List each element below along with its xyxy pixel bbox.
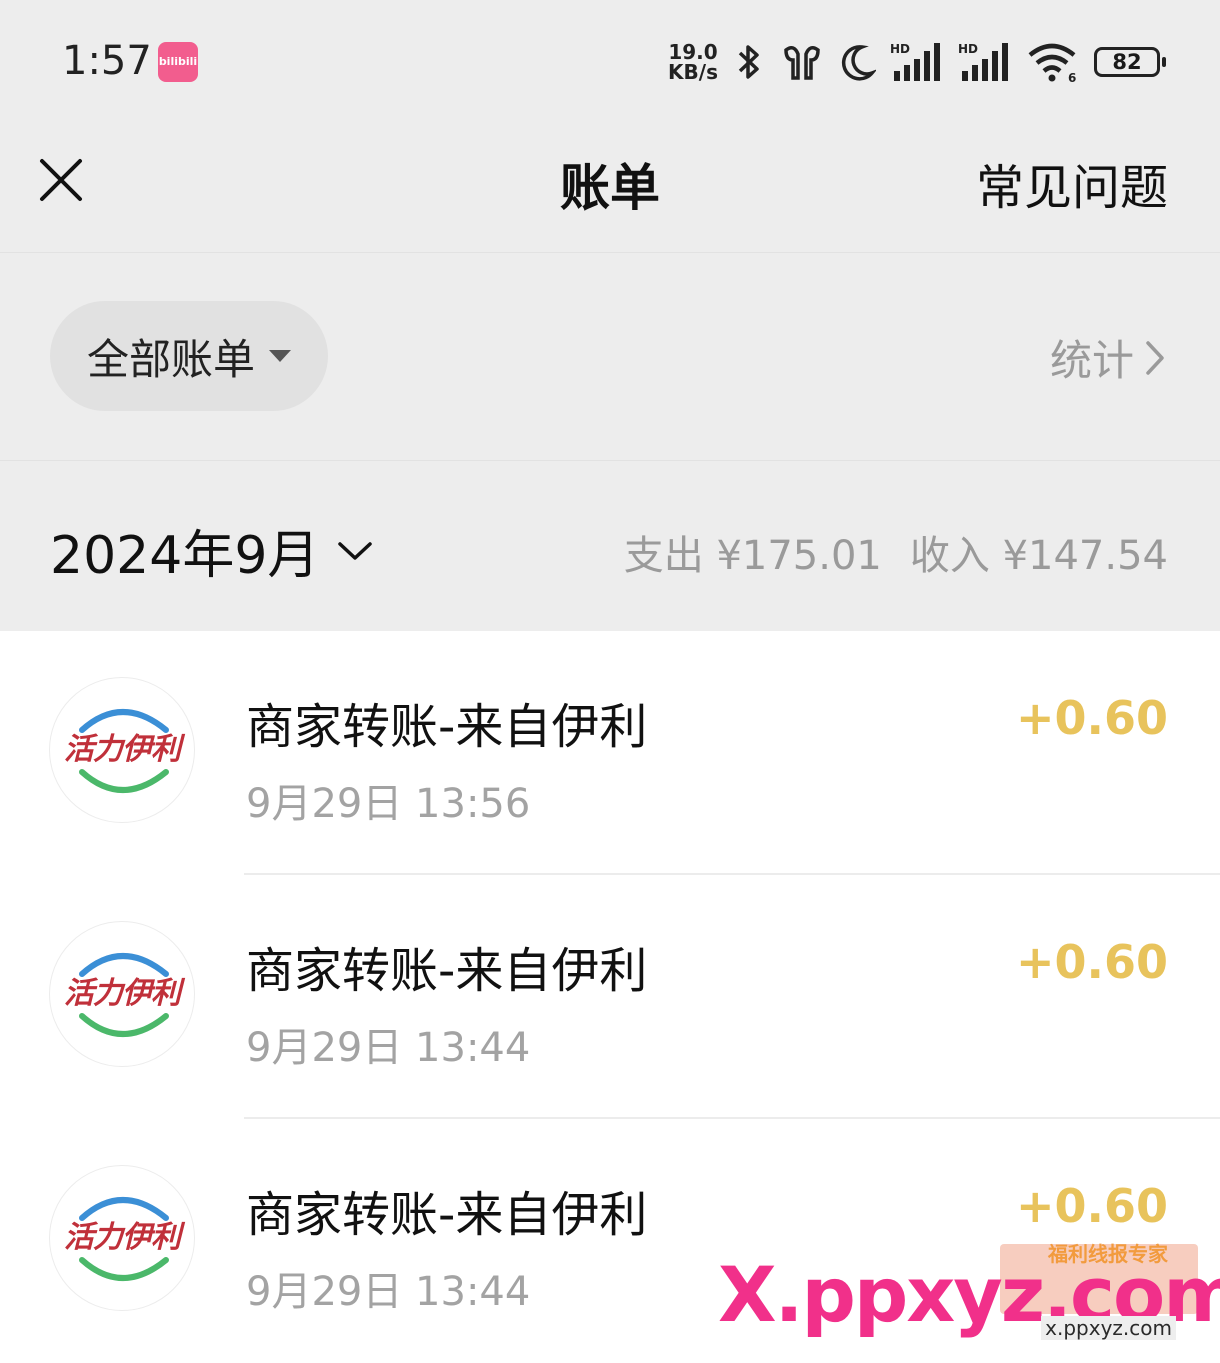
- transaction-row[interactable]: 活力伊利 商家转账-来自伊利 9月29日 13:56 +0.60: [0, 631, 1220, 875]
- transaction-amount: +0.60: [1015, 691, 1168, 745]
- filter-label: 全部账单: [86, 334, 255, 384]
- transaction-amount: +0.60: [1015, 935, 1168, 989]
- status-time: 1:57: [62, 38, 152, 84]
- transaction-time: 9月29日 13:44: [246, 1025, 531, 1071]
- status-bar: 1:57 bilibili 19.0 KB/s HD HD 6 82: [0, 0, 1220, 120]
- wifi-icon: 6: [1028, 43, 1076, 83]
- chevron-down-icon: [338, 541, 373, 560]
- transaction-time: 9月29日 13:44: [246, 1269, 531, 1315]
- month-header: 2024年9月 支出 ¥175.01 收入 ¥147.54: [0, 461, 1220, 631]
- signal-icon: HD: [890, 42, 940, 81]
- moon-icon: [841, 45, 876, 81]
- svg-text:6: 6: [1068, 71, 1076, 83]
- month-label: 2024年9月: [50, 526, 320, 586]
- bluetooth-icon: [738, 45, 759, 79]
- caret-down-icon: [269, 350, 291, 362]
- month-selector[interactable]: 2024年9月: [50, 513, 373, 588]
- battery-icon: 82: [1094, 47, 1166, 77]
- stats-link[interactable]: 统计: [1050, 327, 1166, 388]
- watermark-subtext: x.ppxyz.com: [1041, 1316, 1176, 1340]
- net-speed-value: 19.0: [668, 40, 718, 64]
- expense-total: 支出 ¥175.01: [623, 533, 882, 579]
- month-summary: 支出 ¥175.01 收入 ¥147.54: [624, 523, 1168, 581]
- merchant-avatar: 活力伊利: [49, 677, 195, 823]
- svg-text:HD: HD: [890, 42, 910, 56]
- watermark: 福利线报专家 X.ppxyz.com x.ppxyz.com: [718, 1238, 1220, 1348]
- bilibili-app-icon: bilibili: [158, 42, 198, 82]
- net-speed-unit: KB/s: [668, 60, 718, 84]
- faq-link[interactable]: 常见问题: [976, 148, 1168, 218]
- net-speed: 19.0 KB/s: [668, 42, 718, 82]
- chevron-right-icon: [1146, 340, 1164, 375]
- transaction-time: 9月29日 13:56: [246, 781, 531, 827]
- income-total: 收入 ¥147.54: [909, 533, 1168, 579]
- transaction-title: 商家转账-来自伊利: [246, 943, 648, 999]
- transaction-title: 商家转账-来自伊利: [246, 1187, 648, 1243]
- stats-label: 统计: [1049, 336, 1134, 385]
- signal-icon-2: HD: [958, 42, 1008, 81]
- earbuds-icon: [784, 46, 820, 80]
- bill-type-filter[interactable]: 全部账单: [50, 301, 328, 411]
- svg-text:HD: HD: [958, 42, 978, 56]
- transaction-row[interactable]: 活力伊利 商家转账-来自伊利 9月29日 13:44 +0.60: [0, 875, 1220, 1119]
- status-icons: 19.0 KB/s HD HD 6 82: [668, 38, 1166, 86]
- merchant-avatar: 活力伊利: [49, 921, 195, 1067]
- merchant-logo-text: 活力伊利: [64, 976, 181, 1011]
- filter-row: 全部账单 统计: [0, 253, 1220, 461]
- nav-bar: 账单 常见问题: [0, 120, 1220, 253]
- merchant-logo-text: 活力伊利: [64, 732, 181, 767]
- transaction-amount: +0.60: [1015, 1179, 1168, 1233]
- merchant-avatar: 活力伊利: [49, 1165, 195, 1311]
- merchant-logo-text: 活力伊利: [64, 1220, 181, 1255]
- transaction-title: 商家转账-来自伊利: [246, 699, 648, 755]
